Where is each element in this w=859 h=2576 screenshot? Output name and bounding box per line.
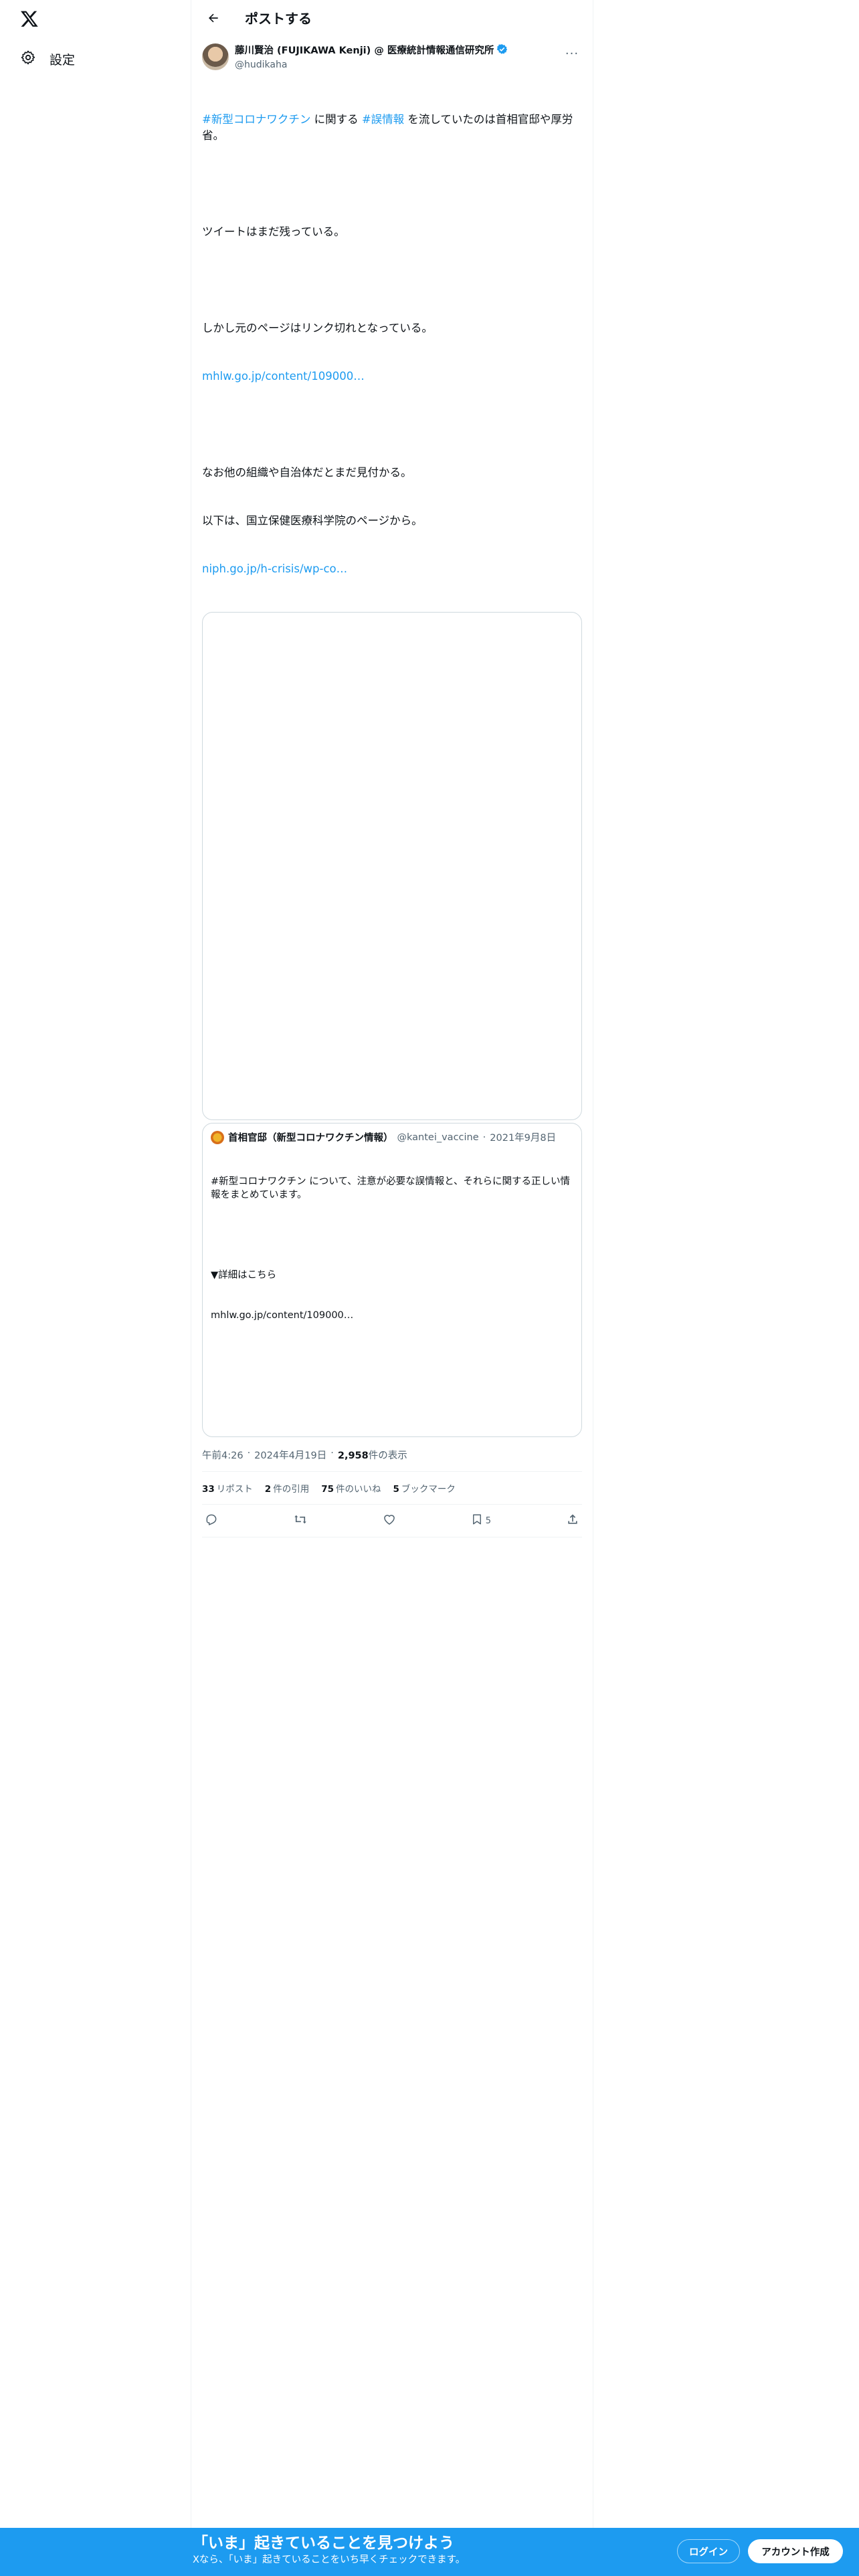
quote-author-name: 首相官邸（新型コロナワクチン情報） (228, 1133, 393, 1144)
repost-button[interactable] (293, 1513, 308, 1529)
quotes-stat[interactable]: 2 件の引用 (265, 1481, 309, 1495)
main-column: ポストする 藤川賢治 (FUJIKAWA Kenji) @ 医療統計情報通信研究… (191, 0, 593, 1537)
post-text-line: しかし元のページはリンク切れとなっている。 (202, 322, 433, 334)
reposts-stat[interactable]: 33 リポスト (202, 1481, 253, 1495)
quote-avatar (211, 1130, 224, 1144)
view-count-number: 2,958 (337, 1451, 369, 1461)
dot-separator: · (482, 1132, 486, 1143)
action-bar: 5 (202, 1505, 582, 1537)
top-bar: ポストする (191, 0, 593, 35)
more-options-icon[interactable]: ··· (562, 43, 582, 64)
reposts-count: 33 (202, 1484, 215, 1495)
author-info: 藤川賢治 (FUJIKAWA Kenji) @ 医療統計情報通信研究所 @hud… (235, 43, 562, 72)
back-arrow-icon[interactable] (202, 7, 225, 29)
engagement-stats: 33 リポスト 2 件の引用 75 件のいいね 5 ブックマーク (202, 1472, 582, 1505)
author-handle[interactable]: @hudikaha (235, 59, 562, 72)
post-text-line: なお他の組織や自治体だとまだ見付かる。 (202, 466, 412, 479)
quote-author-handle: @kantei_vaccine (397, 1132, 479, 1143)
reply-icon (205, 1513, 218, 1529)
quote-text-line: mhlw.go.jp/content/109000… (211, 1310, 354, 1321)
gear-icon (20, 49, 36, 68)
media-attachment[interactable] (202, 612, 582, 1120)
post-text-line: ツイートはまだ残っている。 (202, 225, 345, 238)
share-icon (566, 1513, 579, 1529)
quote-text-line: #新型コロナワクチン について、注意が必要な誤情報と、それらに関する正しい情報を… (211, 1176, 571, 1200)
view-count-label: 件の表示 (368, 1451, 407, 1461)
hashtag-link[interactable]: #誤情報 (362, 113, 404, 126)
nav-settings[interactable]: 設定 (9, 43, 86, 75)
author-row: 藤川賢治 (FUJIKAWA Kenji) @ 医療統計情報通信研究所 @hud… (202, 43, 582, 72)
bookmarks-label: ブックマーク (401, 1484, 456, 1495)
dot-separator: · (330, 1448, 334, 1459)
quote-text-line: ▼詳細はこちら (211, 1270, 277, 1281)
post-date[interactable]: 2024年4月19日 (254, 1448, 326, 1462)
url-link[interactable]: mhlw.go.jp/content/109000… (202, 368, 582, 385)
quote-date: 2021年9月8日 (490, 1133, 557, 1144)
author-name: 藤川賢治 (FUJIKAWA Kenji) @ 医療統計情報通信研究所 (235, 45, 494, 56)
bookmark-button[interactable]: 5 (471, 1513, 491, 1529)
quotes-label: 件の引用 (273, 1484, 310, 1495)
nav-settings-label: 設定 (50, 52, 76, 68)
reposts-label: リポスト (216, 1484, 253, 1495)
quotes-count: 2 (264, 1484, 272, 1495)
post: 藤川賢治 (FUJIKAWA Kenji) @ 医療統計情報通信研究所 @hud… (191, 35, 593, 1537)
x-logo-icon[interactable] (17, 7, 41, 31)
quote-text: #新型コロナワクチン について、注意が必要な誤情報と、それらに関する正しい情報を… (211, 1148, 573, 1349)
like-button[interactable] (383, 1513, 396, 1529)
reply-button[interactable] (205, 1513, 218, 1529)
quote-header: 首相官邸（新型コロナワクチン情報） @kantei_vaccine · 2021… (211, 1130, 573, 1144)
post-text-segment: に関する (310, 113, 362, 126)
banner-text: 「いま」起きていることを見つけよう Xなら、「いま」起きていることをいち早くチェ… (193, 2533, 465, 2567)
signup-banner: 「いま」起きていることを見つけよう Xなら、「いま」起きていることをいち早くチェ… (0, 2528, 859, 2576)
post-text-line: 以下は、国立保健医療科学院のページから。 (202, 514, 423, 527)
author-name-row[interactable]: 藤川賢治 (FUJIKAWA Kenji) @ 医療統計情報通信研究所 (235, 43, 562, 59)
heart-icon (383, 1513, 396, 1529)
quoted-post[interactable]: 首相官邸（新型コロナワクチン情報） @kantei_vaccine · 2021… (202, 1123, 582, 1437)
verified-badge-icon (496, 43, 508, 59)
post-time[interactable]: 午前4:26 (202, 1448, 244, 1462)
bookmarks-count: 5 (393, 1484, 399, 1495)
likes-stat[interactable]: 75 件のいいね (321, 1481, 381, 1495)
likes-label: 件のいいね (336, 1484, 381, 1495)
likes-count: 75 (321, 1484, 334, 1495)
banner-subtitle: Xなら、「いま」起きていることをいち早くチェックできます。 (193, 2555, 466, 2565)
post-meta: 午前4:26 · 2024年4月19日 · 2,958件の表示 (202, 1448, 582, 1472)
repost-icon (293, 1513, 308, 1529)
share-button[interactable] (566, 1513, 579, 1529)
view-count: 2,958件の表示 (338, 1448, 407, 1462)
post-text: #新型コロナワクチン に関する #誤情報 を流していたのは首相官邸や厚労省。 ツ… (202, 80, 582, 609)
avatar[interactable] (202, 43, 229, 70)
create-account-button[interactable]: アカウント作成 (748, 2539, 843, 2563)
bookmark-count: 5 (485, 1515, 492, 1526)
hashtag-link[interactable]: #新型コロナワクチン (202, 113, 310, 126)
dot-separator: · (247, 1448, 251, 1459)
bookmarks-stat[interactable]: 5 ブックマーク (393, 1481, 456, 1495)
page-title: ポストする (245, 11, 312, 27)
url-link[interactable]: niph.go.jp/h-crisis/wp-co… (202, 561, 582, 577)
banner-title: 「いま」起きていることを見つけよう (193, 2535, 454, 2552)
left-nav: 設定 (0, 0, 191, 2576)
bookmark-icon (471, 1513, 483, 1529)
login-button[interactable]: ログイン (677, 2539, 740, 2563)
